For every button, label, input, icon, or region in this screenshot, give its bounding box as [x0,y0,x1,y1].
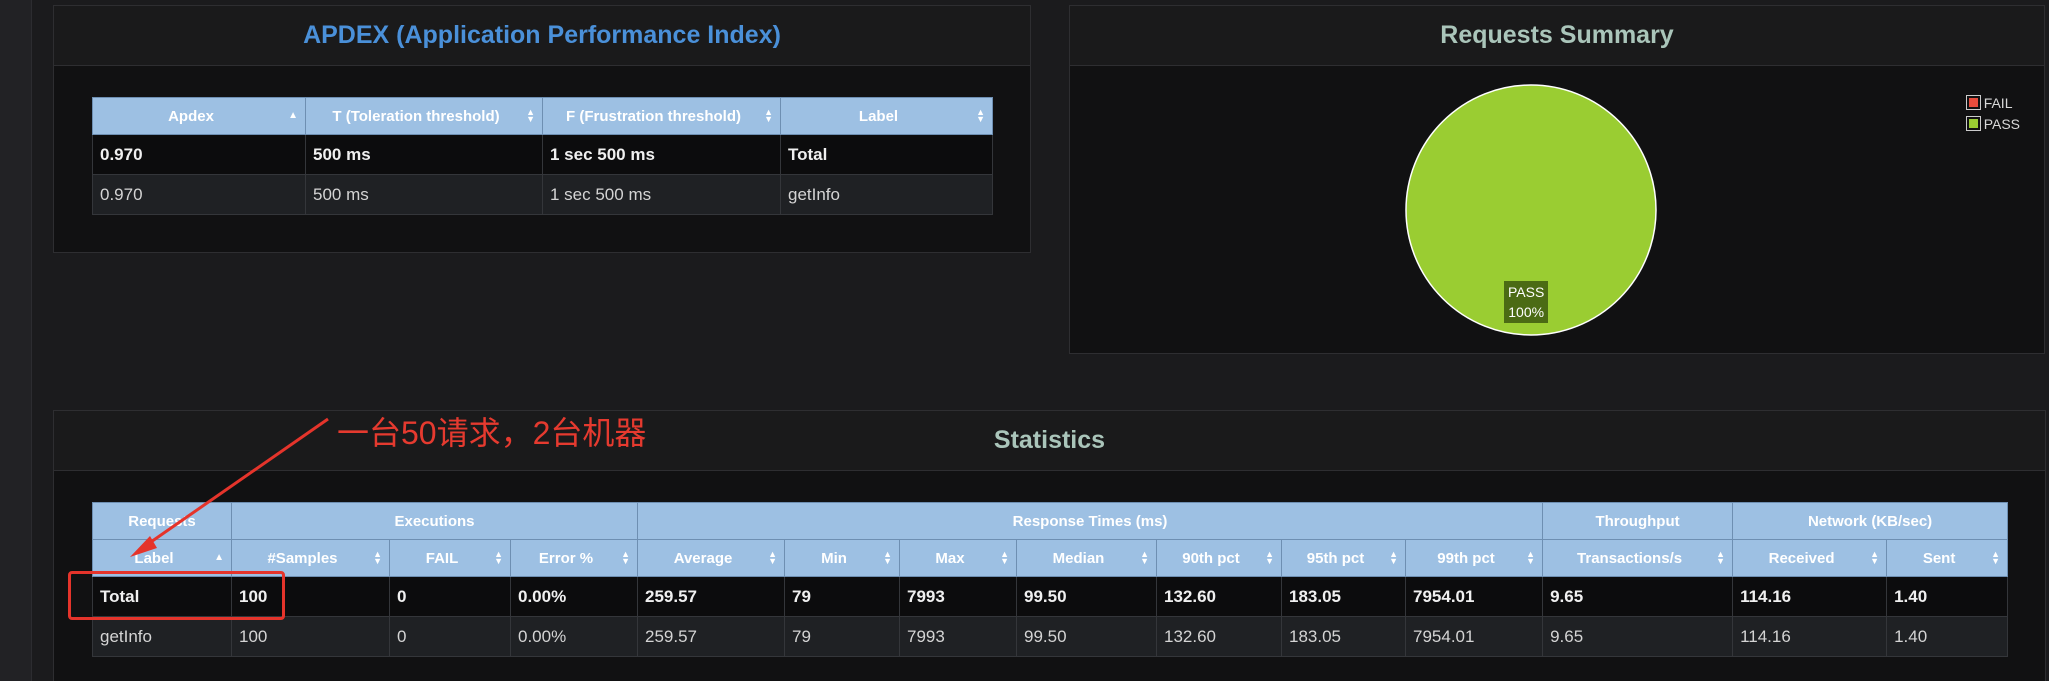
annotation-arrow-icon [130,417,329,557]
